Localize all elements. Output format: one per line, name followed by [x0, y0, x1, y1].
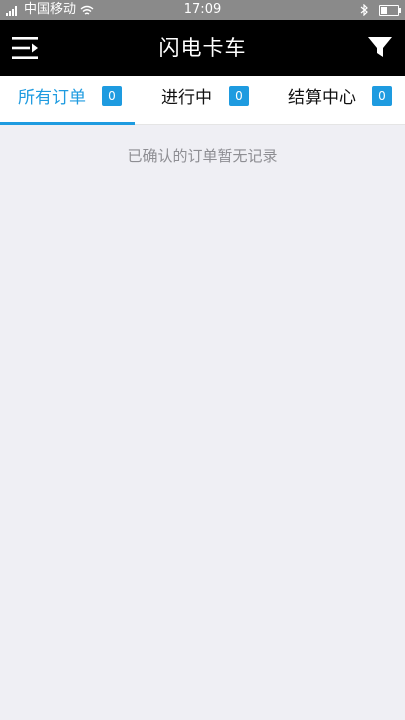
filter-button[interactable]	[367, 33, 393, 63]
tab-bar: 所有订单 0 进行中 0 结算中心 0	[0, 76, 405, 125]
count-badge: 0	[372, 86, 392, 106]
status-time: 17:09	[183, 2, 222, 17]
tab-label: 所有订单	[18, 88, 86, 108]
battery-icon	[379, 4, 401, 16]
count-badge: 0	[102, 86, 122, 106]
tab-in-progress[interactable]: 进行中 0	[135, 76, 270, 124]
app-header: 闪电卡车	[0, 20, 405, 76]
battery-level	[381, 6, 387, 14]
tab-all-orders[interactable]: 所有订单 0	[0, 76, 135, 125]
tab-settlement-center[interactable]: 结算中心 0	[270, 76, 405, 124]
page-title: 闪电卡车	[158, 36, 247, 60]
status-right	[360, 0, 401, 20]
bluetooth-icon	[360, 4, 368, 16]
tab-label: 结算中心	[288, 88, 356, 108]
count-badge: 0	[229, 86, 249, 106]
order-list-area: 已确认的订单暂无记录	[0, 125, 405, 720]
status-bar: 中国移动 17:09	[0, 0, 405, 20]
tab-label: 进行中	[161, 88, 212, 108]
empty-state-message: 已确认的订单暂无记录	[127, 147, 278, 165]
filter-funnel-icon	[368, 37, 392, 57]
